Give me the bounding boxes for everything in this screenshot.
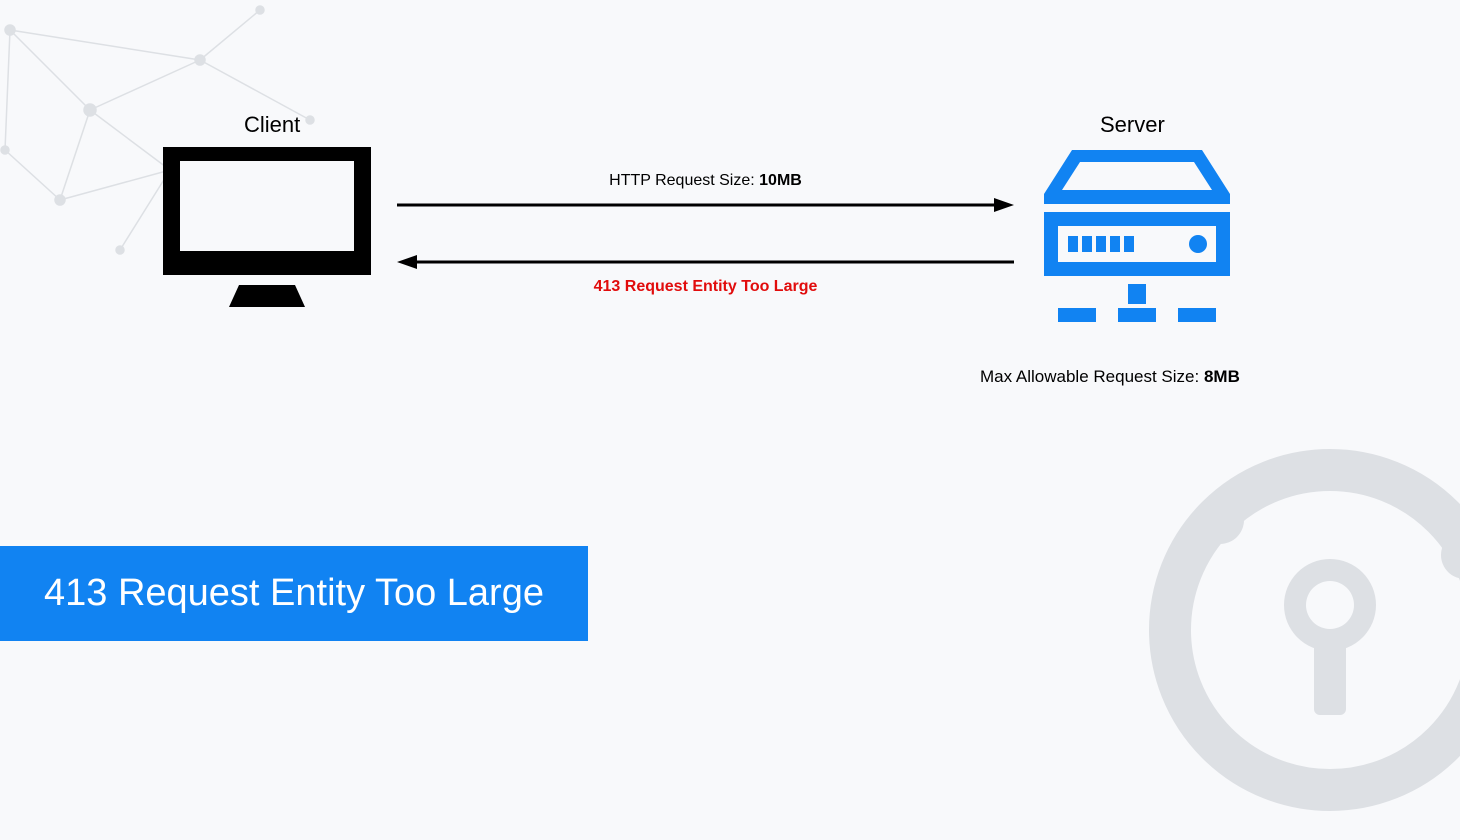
title-banner: 413 Request Entity Too Large: [0, 546, 588, 641]
title-text: 413 Request Entity Too Large: [44, 572, 544, 615]
client-label: Client: [244, 112, 300, 138]
server-label: Server: [1100, 112, 1165, 138]
max-allowable-prefix: Max Allowable Request Size:: [980, 367, 1204, 386]
keycdn-logo-decoration: [1120, 420, 1460, 840]
max-allowable-value: 8MB: [1204, 367, 1240, 386]
response-error-label: 413 Request Entity Too Large: [397, 278, 1014, 296]
request-size-label: HTTP Request Size: 10MB: [397, 172, 1014, 190]
max-allowable-label: Max Allowable Request Size: 8MB: [980, 367, 1240, 387]
client-monitor-icon: [163, 147, 371, 307]
request-size-value: 10MB: [759, 172, 802, 189]
response-arrow-icon: [397, 255, 1014, 269]
request-size-prefix: HTTP Request Size:: [609, 172, 759, 189]
server-icon: [1044, 150, 1230, 330]
request-arrow-icon: [397, 198, 1014, 212]
